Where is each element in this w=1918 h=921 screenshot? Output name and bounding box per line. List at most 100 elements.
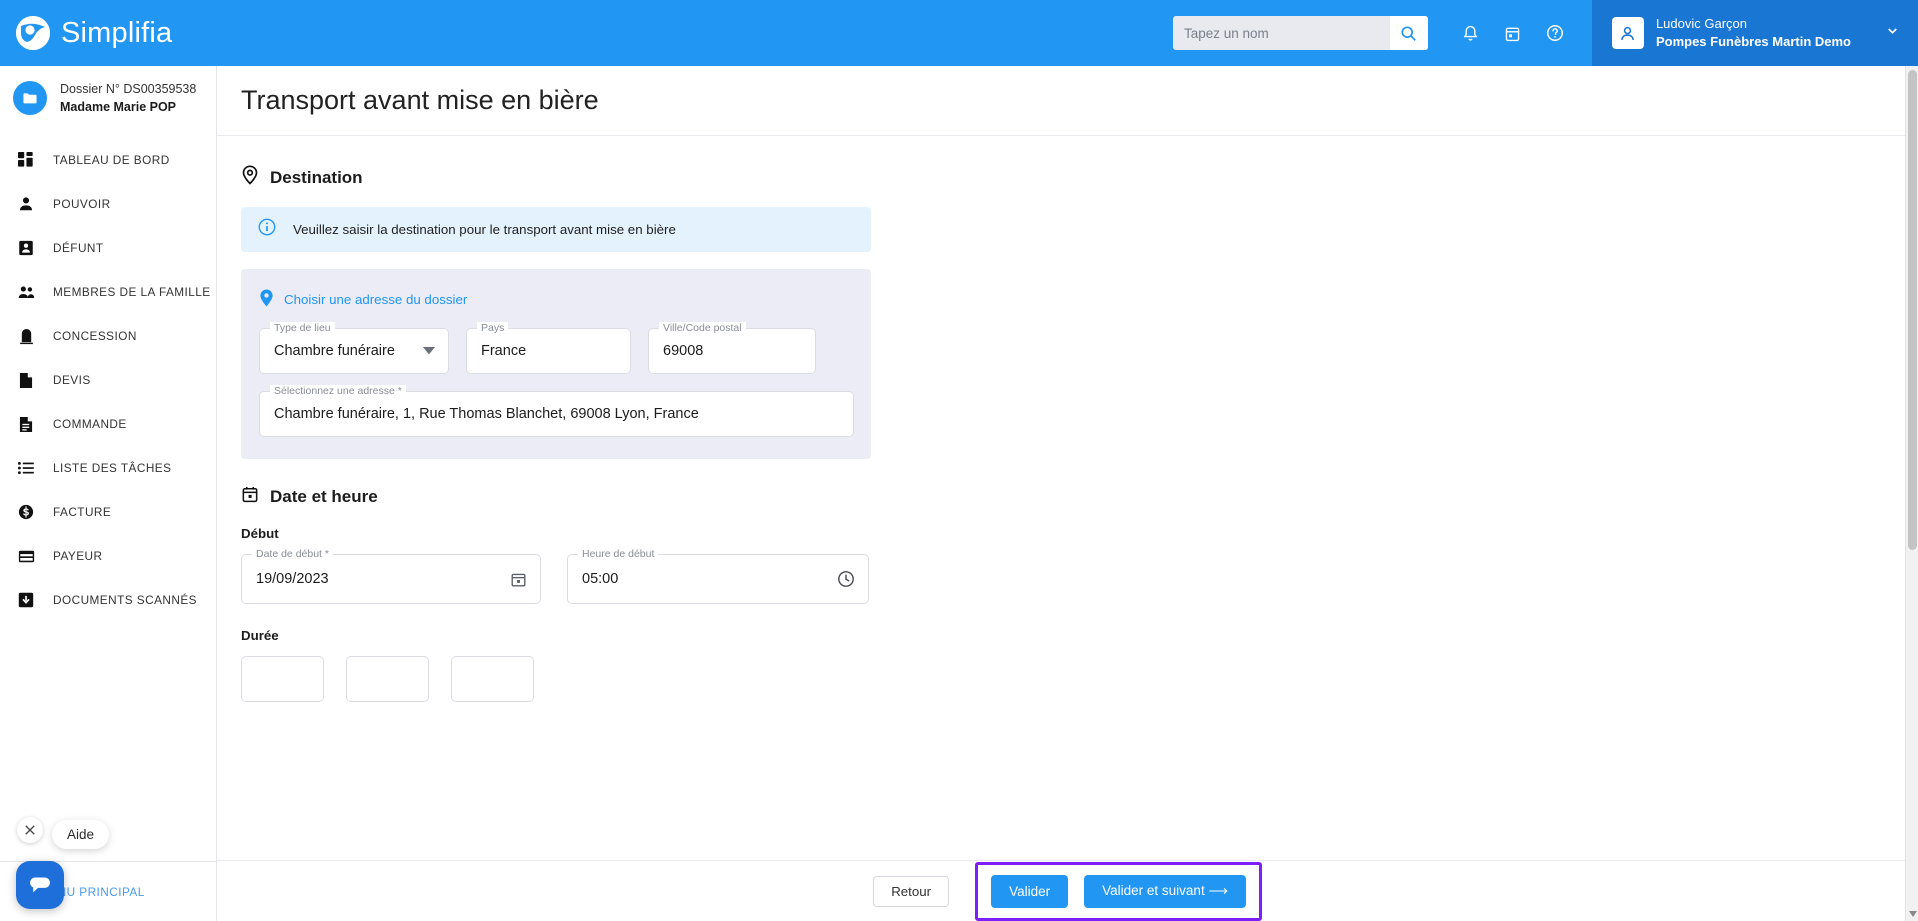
field-value: Chambre funéraire, 1, Rue Thomas Blanche… bbox=[274, 406, 699, 422]
duree-fields-row bbox=[241, 656, 1918, 702]
form-content: Destination Veuillez saisir la destinati… bbox=[217, 137, 1918, 860]
sidebar-item-devis[interactable]: Devis bbox=[0, 358, 216, 402]
choose-address-label: Choisir une adresse du dossier bbox=[284, 292, 468, 307]
user-profile-menu[interactable]: Ludovic Garçon Pompes Funèbres Martin De… bbox=[1591, 0, 1918, 66]
chat-tooltip: Aide bbox=[52, 820, 110, 849]
duree-field-1[interactable] bbox=[241, 656, 324, 702]
debut-fields-row: Date de début * 19/09/2023 Heure de débu… bbox=[241, 548, 1918, 604]
sidebar-item-documents-scannes[interactable]: Documents scannés bbox=[0, 578, 216, 622]
sidebar-item-label: Concession bbox=[53, 329, 137, 344]
sidebar-item-concession[interactable]: Concession bbox=[0, 314, 216, 358]
avatar bbox=[1611, 17, 1644, 49]
validate-buttons-highlight: Valider Valider et suivant ⟶ bbox=[975, 861, 1262, 921]
brand-logo[interactable]: Simplifia bbox=[0, 16, 270, 50]
sidebar-item-label: Documents scannés bbox=[53, 593, 197, 608]
document-icon bbox=[16, 372, 36, 389]
sidebar-nav: Tableau de bord Pouvoir Défunt bbox=[0, 138, 216, 622]
chat-bubble-button[interactable] bbox=[16, 861, 64, 909]
header-actions: Ludovic Garçon Pompes Funèbres Martin De… bbox=[1172, 0, 1918, 66]
folder-icon bbox=[13, 81, 47, 116]
brand-name: Simplifia bbox=[61, 16, 173, 49]
duree-field-3[interactable] bbox=[451, 656, 534, 702]
credit-card-icon bbox=[16, 550, 36, 563]
sidebar-item-label: Devis bbox=[53, 373, 91, 388]
ville-code-postal-input[interactable]: Ville/Code postal 69008 bbox=[648, 322, 816, 374]
destination-section-header: Destination bbox=[241, 165, 1918, 190]
field-label: Ville/Code postal bbox=[659, 322, 746, 334]
sidebar-item-facture[interactable]: S Facture bbox=[0, 490, 216, 534]
type-de-lieu-select[interactable]: Type de lieu Chambre funéraire bbox=[259, 322, 449, 374]
user-organization: Pompes Funèbres Martin Demo bbox=[1655, 34, 1851, 49]
scroll-down-arrow-icon[interactable] bbox=[1906, 907, 1918, 921]
user-name: Ludovic Garçon bbox=[1655, 16, 1748, 32]
sidebar-item-tableau-de-bord[interactable]: Tableau de bord bbox=[0, 138, 216, 182]
dossier-text: Dossier N° DS00359538 Madame Marie POP bbox=[60, 80, 196, 116]
dossier-summary[interactable]: Dossier N° DS00359538 Madame Marie POP bbox=[0, 66, 216, 130]
field-value: Chambre funéraire bbox=[274, 343, 395, 359]
sidebar-item-commande[interactable]: Commande bbox=[0, 402, 216, 446]
pays-input[interactable]: Pays France bbox=[466, 322, 631, 374]
dollar-coin-icon: S bbox=[16, 504, 36, 520]
dossier-person: Madame Marie POP bbox=[60, 100, 177, 115]
datetime-section-header: Date et heure bbox=[241, 485, 1918, 509]
choose-address-link[interactable]: Choisir une adresse du dossier bbox=[259, 289, 853, 310]
info-banner-text: Veuillez saisir la destination pour le t… bbox=[293, 222, 676, 237]
search-box[interactable] bbox=[1172, 16, 1428, 50]
field-value: 05:00 bbox=[582, 571, 619, 587]
headstone-icon bbox=[16, 328, 36, 345]
sidebar-item-label: Commande bbox=[53, 417, 127, 432]
list-icon bbox=[16, 461, 36, 475]
duree-field-2[interactable] bbox=[346, 656, 429, 702]
help-button[interactable] bbox=[1534, 0, 1576, 66]
search-button[interactable] bbox=[1389, 16, 1428, 50]
valider-et-suivant-button[interactable]: Valider et suivant ⟶ bbox=[1084, 874, 1246, 908]
calendar-button[interactable] bbox=[1492, 0, 1534, 66]
debut-label: Début bbox=[241, 526, 279, 541]
document-lines-icon bbox=[16, 416, 36, 433]
chevron-down-icon[interactable] bbox=[1885, 23, 1900, 43]
calendar-icon bbox=[241, 485, 259, 509]
sidebar-item-label: Pouvoir bbox=[53, 197, 111, 212]
sidebar-item-defunt[interactable]: Défunt bbox=[0, 226, 216, 270]
page-title-bar: Transport avant mise en bière bbox=[217, 66, 1918, 136]
sidebar-item-label: Défunt bbox=[53, 241, 104, 256]
scrollbar-thumb[interactable] bbox=[1908, 70, 1917, 550]
search-input[interactable] bbox=[1172, 25, 1390, 41]
main-content: Transport avant mise en bière Destinatio… bbox=[217, 66, 1918, 921]
footer-actions: Retour Valider Valider et suivant ⟶ bbox=[217, 860, 1918, 921]
sidebar-item-liste-des-taches[interactable]: Liste des tâches bbox=[0, 446, 216, 490]
heure-de-debut-input[interactable]: Heure de début 05:00 bbox=[567, 548, 869, 604]
dossier-number: Dossier N° DS00359538 bbox=[60, 82, 197, 96]
notifications-button[interactable] bbox=[1450, 0, 1492, 66]
destination-form-card: Choisir une adresse du dossier Type de l… bbox=[241, 269, 871, 459]
field-label: Type de lieu bbox=[270, 322, 335, 334]
retour-button[interactable]: Retour bbox=[873, 875, 950, 907]
calendar-picker-icon[interactable] bbox=[510, 571, 540, 588]
sidebar-item-label: Liste des tâches bbox=[53, 461, 172, 476]
field-label: Pays bbox=[477, 322, 509, 334]
clock-icon[interactable] bbox=[837, 570, 868, 588]
sidebar-item-label: Payeur bbox=[53, 549, 103, 564]
info-banner: Veuillez saisir la destination pour le t… bbox=[241, 207, 871, 252]
sidebar-item-membres-de-la-famille[interactable]: Membres de la famille bbox=[0, 270, 216, 314]
date-de-debut-input[interactable]: Date de début * 19/09/2023 bbox=[241, 548, 541, 604]
sidebar-item-pouvoir[interactable]: Pouvoir bbox=[0, 182, 216, 226]
page-scrollbar[interactable] bbox=[1905, 66, 1918, 921]
caret-down-icon[interactable] bbox=[423, 346, 448, 356]
field-value: France bbox=[481, 343, 527, 359]
select-address-input[interactable]: Sélectionnez une adresse * Chambre funér… bbox=[259, 385, 854, 437]
simplifia-logo-icon bbox=[16, 16, 50, 50]
chat-close-button[interactable] bbox=[17, 817, 43, 843]
field-label: Date de début * bbox=[252, 548, 333, 560]
top-header: Simplifia Tapez un nom Ludovic Garçon Po… bbox=[0, 0, 1918, 66]
dashboard-icon bbox=[16, 152, 36, 168]
sidebar: Dossier N° DS00359538 Madame Marie POP T… bbox=[0, 66, 217, 921]
scan-document-icon bbox=[16, 592, 36, 608]
section-title: Date et heure bbox=[270, 487, 378, 506]
user-info: Ludovic Garçon Pompes Funèbres Martin De… bbox=[1656, 15, 1851, 50]
duree-label: Durée bbox=[241, 628, 279, 643]
valider-button[interactable]: Valider bbox=[991, 874, 1069, 908]
map-pin-icon bbox=[241, 165, 259, 190]
map-pin-filled-icon bbox=[259, 289, 274, 310]
sidebar-item-payeur[interactable]: Payeur bbox=[0, 534, 216, 578]
